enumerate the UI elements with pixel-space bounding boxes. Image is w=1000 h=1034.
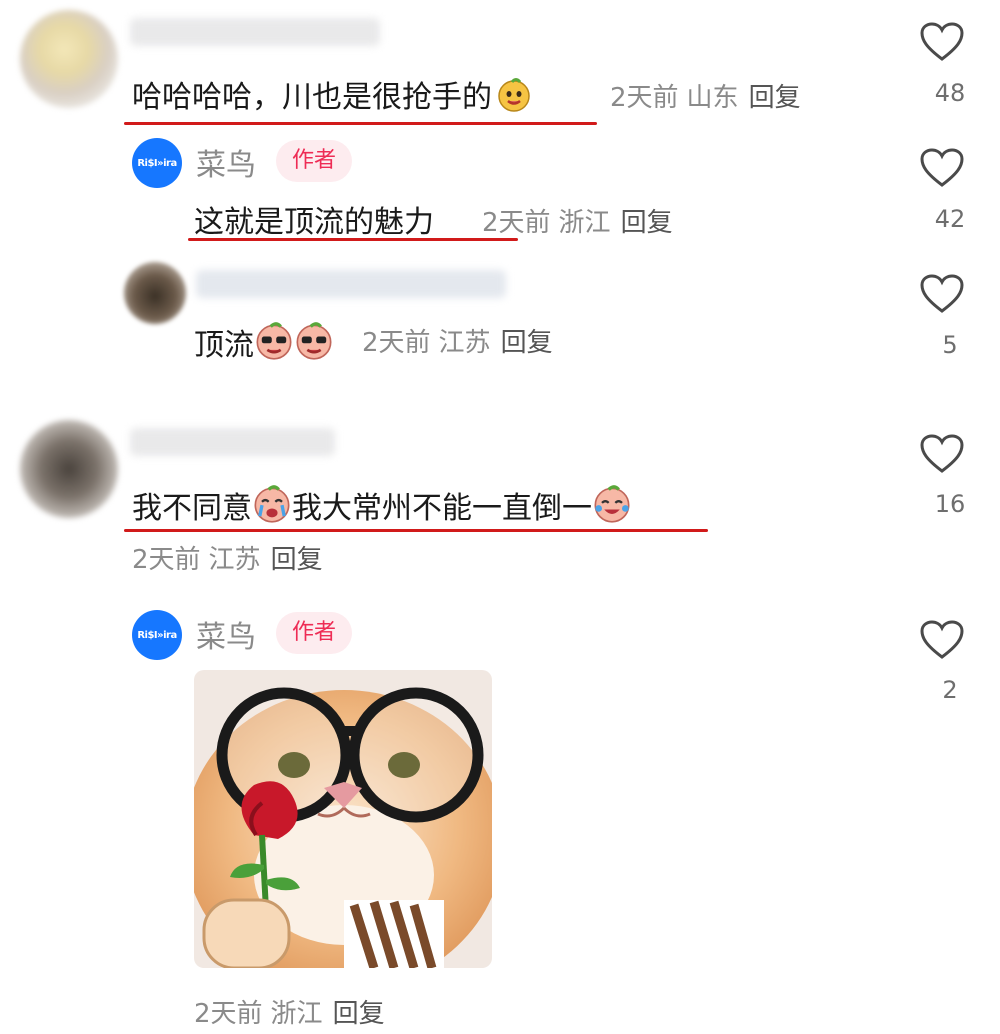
- reply-time: 2天前: [194, 999, 263, 1029]
- commenter-avatar[interactable]: [20, 10, 118, 108]
- cool-face-emoji-icon: [296, 322, 332, 360]
- reply-meta: 2天前 浙江 回复: [194, 993, 385, 1030]
- highlight-underline: [124, 122, 597, 125]
- reply-text: 这就是顶流的魅力: [194, 205, 434, 240]
- reply-text: 顶流: [194, 320, 334, 364]
- comment-meta: 2天前 山东 回复: [610, 77, 801, 114]
- author-avatar[interactable]: Ri$I»ira: [132, 138, 182, 188]
- comment-text: 我不同意 我大常州不能一直倒一: [132, 483, 632, 527]
- reply-button[interactable]: 回复: [271, 545, 323, 575]
- commenter-avatar[interactable]: [20, 420, 118, 518]
- replier-avatar[interactable]: [124, 262, 186, 324]
- commenter-name-blurred[interactable]: [130, 18, 380, 46]
- author-name[interactable]: 菜鸟: [196, 612, 256, 656]
- like-count: 42: [934, 205, 966, 233]
- author-avatar[interactable]: Ri$I»ira: [132, 610, 182, 660]
- like-count: 5: [942, 331, 958, 359]
- like-count: 2: [942, 676, 958, 704]
- cool-face-emoji-icon: [256, 322, 292, 360]
- heart-icon: [920, 434, 964, 473]
- heart-icon: [920, 22, 964, 61]
- replier-name-blurred[interactable]: [196, 270, 506, 298]
- like-button[interactable]: [920, 22, 964, 66]
- comment-location: 山东: [686, 83, 739, 113]
- reply-meta: 2天前 浙江 回复: [482, 202, 673, 239]
- like-button[interactable]: [920, 434, 964, 478]
- author-badge: 作者: [276, 612, 353, 654]
- like-count: 16: [934, 490, 966, 518]
- crying-face-emoji-icon: [254, 485, 290, 523]
- heart-icon: [920, 274, 964, 313]
- highlight-underline: [124, 529, 708, 532]
- comment-meta: 2天前 江苏 回复: [132, 539, 323, 576]
- reply-meta: 2天前 江苏 回复: [362, 322, 553, 359]
- reply-button[interactable]: 回复: [749, 83, 801, 113]
- like-button[interactable]: [920, 274, 964, 318]
- author-badge: 作者: [276, 140, 353, 182]
- like-button[interactable]: [920, 148, 964, 192]
- laughing-crying-emoji-icon: [594, 485, 630, 523]
- comment-location: 江苏: [208, 545, 261, 575]
- comment-time: 2天前: [610, 83, 679, 113]
- comment-text: 哈哈哈哈，川也是很抢手的: [132, 72, 532, 116]
- cat-with-glasses-sticker[interactable]: [194, 670, 492, 968]
- reply-location: 浙江: [270, 999, 323, 1029]
- reply-button[interactable]: 回复: [621, 208, 673, 238]
- like-count: 48: [934, 79, 966, 107]
- smiling-face-emoji-icon: [498, 78, 530, 112]
- cat-sticker-image: [194, 670, 492, 968]
- author-name[interactable]: 菜鸟: [196, 140, 256, 184]
- heart-icon: [920, 620, 964, 659]
- comment-time: 2天前: [132, 545, 201, 575]
- like-button[interactable]: [920, 620, 964, 664]
- reply-button[interactable]: 回复: [501, 328, 553, 358]
- reply-time: 2天前: [362, 328, 431, 358]
- commenter-name-blurred[interactable]: [130, 428, 335, 456]
- reply-location: 江苏: [438, 328, 491, 358]
- reply-button[interactable]: 回复: [333, 999, 385, 1029]
- reply-time: 2天前: [482, 208, 551, 238]
- heart-icon: [920, 148, 964, 187]
- reply-location: 浙江: [558, 208, 611, 238]
- highlight-underline: [188, 238, 518, 241]
